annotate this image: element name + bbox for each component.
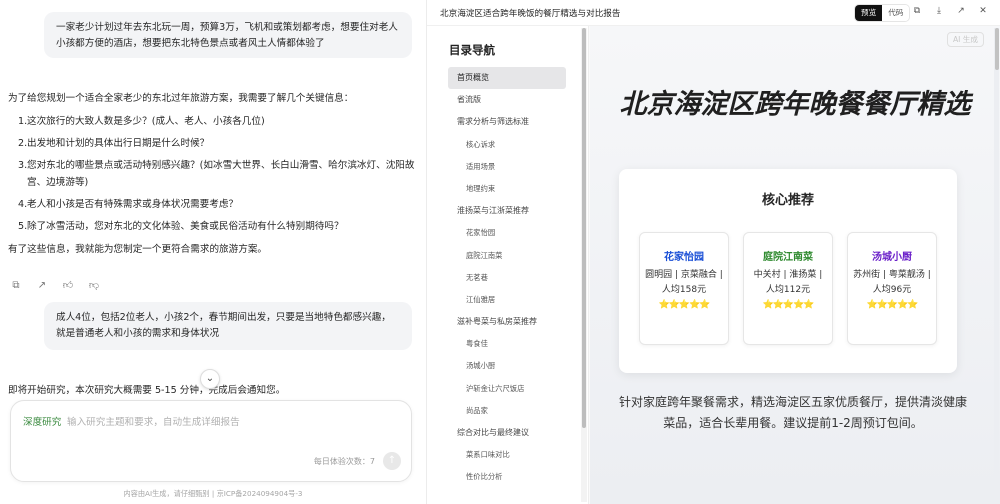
toc-item[interactable]: 菜系口味对比	[448, 444, 566, 466]
question-text: 您对东北的哪些景点或活动特别感兴趣？(如冰雪大世界、长白山滑雪、哈尔滨冰灯、沈阳…	[27, 160, 415, 188]
preview-panel: 北京海淀区适合跨年晚饭的餐厅精选与对比报告 预览 代码 ⧉ ⤓ ↗ ✕ 目录导航…	[427, 0, 1000, 504]
question-text: 这次旅行的大致人数是多少？(成人、老人、小孩各几位)	[27, 116, 265, 127]
toc-item[interactable]: 粤食佳	[448, 333, 566, 355]
question-text: 出发地和计划的具体出行日期是什么时候？	[27, 138, 210, 149]
toc-item[interactable]: 首页概览	[448, 67, 566, 90]
restaurant-card: 庭院江南菜 中关村 | 淮扬菜 | 人均112元 ⭐⭐⭐⭐⭐	[743, 232, 833, 345]
toc-item[interactable]: 地理约束	[448, 178, 566, 200]
footer-disclaimer: 内容由AI生成，请仔细甄别 | 京ICP备2024094904号-3	[123, 489, 303, 498]
card-title: 核心推荐	[761, 193, 814, 208]
report-title: 北京海淀区适合跨年晚饭的餐厅精选与对比报告	[440, 9, 621, 19]
toc-item[interactable]: 汤城小厨	[448, 355, 566, 377]
chat-panel: 一家老少计划过年去东北玩一周，预算3万，飞机和或策划都考虑，想要住对老人小孩都方…	[0, 0, 426, 504]
restaurant-desc: 苏州街 | 粤菜靓汤 | 人均96元	[853, 270, 931, 295]
toc-item[interactable]: 无茗巷	[448, 267, 566, 289]
toc-item[interactable]: 滋补粤菜与私房菜推荐	[448, 311, 566, 333]
ai-generated-badge: AI 生成	[946, 32, 984, 47]
rating-stars: ⭐⭐⭐⭐⭐	[658, 300, 710, 310]
toc-sidebar: 目录导航 首页概览 省流版 需求分析与筛选标准 核心诉求 适用场景 地理约束 淮扬菜与江浙菜…	[427, 26, 589, 504]
header-actions: ⧉ ⤓ ↗ ✕	[911, 6, 989, 16]
toc-item[interactable]: 省流版	[448, 89, 566, 111]
question-number: 1.	[18, 116, 28, 127]
copy-icon[interactable]: ⧉	[10, 280, 22, 292]
question-text: 老人和小孩是否有特殊需求或身体状况需要考虑？	[27, 199, 239, 210]
toc-item[interactable]: 沪斩金让六尺饭店	[448, 378, 566, 400]
preview-tab[interactable]: 预览	[855, 5, 883, 21]
question-item: 1. 这次旅行的大致人数是多少？(成人、老人、小孩各几位)	[8, 113, 418, 130]
toc-item[interactable]: 花家怡园	[448, 222, 566, 244]
user-message: 成人4位，包括2位老人，小孩2个，春节期间出发，只要是当地特色都感兴趣，就是普通…	[44, 302, 412, 350]
restaurant-desc: 圆明园 | 京菜融合 | 人均158元	[645, 270, 723, 295]
close-icon[interactable]: ✕	[977, 6, 989, 16]
assistant-message: 为了给您规划一个适合全家老少的东北过年旅游方案，我需要了解几个关键信息： 1. 这…	[8, 90, 418, 258]
toc-item[interactable]: 核心诉求	[448, 134, 566, 156]
chat-input-box[interactable]: 深度研究 输入研究主题和要求，自动生成详细报告 每日体验次数：7 ↑	[10, 400, 412, 482]
arrow-up-icon: ↑	[387, 455, 397, 466]
restaurant-card: 汤城小厨 苏州街 | 粤菜靓汤 | 人均96元 ⭐⭐⭐⭐⭐	[847, 232, 937, 345]
toc-item[interactable]: 综合对比与最终建议	[448, 422, 566, 444]
send-button[interactable]: ↑	[383, 452, 401, 470]
toc-item[interactable]: 需求分析与筛选标准	[448, 111, 566, 133]
restaurant-desc: 中关村 | 淮扬菜 | 人均112元	[753, 270, 823, 295]
deep-research-mode[interactable]: 深度研究	[23, 414, 61, 428]
restaurant-card: 花家怡园 圆明园 | 京菜融合 | 人均158元 ⭐⭐⭐⭐⭐	[639, 232, 729, 345]
question-item: 4. 老人和小孩是否有特殊需求或身体状况需要考虑？	[8, 196, 418, 213]
report-content: AI 生成 北京海淀区跨年晚餐餐厅精选 核心推荐 花家怡园 圆明园 | 京菜融合…	[590, 26, 1000, 504]
content-scrollbar-track	[994, 28, 999, 502]
question-list: 1. 这次旅行的大致人数是多少？(成人、老人、小孩各几位) 2. 出发地和计划的具体出…	[8, 113, 418, 235]
toc-title: 目录导航	[449, 43, 495, 57]
restaurant-name: 汤城小厨	[872, 252, 912, 263]
recommendation-card: 核心推荐 花家怡园 圆明园 | 京菜融合 | 人均158元 ⭐⭐⭐⭐⭐ 庭院江南…	[619, 169, 957, 373]
download-icon[interactable]: ⤓	[933, 6, 945, 16]
restaurant-name: 庭院江南菜	[763, 252, 813, 263]
hero-title: 北京海淀区跨年晚餐餐厅精选	[619, 89, 971, 120]
question-item: 3. 您对东北的哪些景点或活动特别感兴趣？(如冰雪大世界、长白山滑雪、哈尔滨冰灯、…	[8, 157, 418, 191]
content-scrollbar[interactable]	[995, 28, 999, 70]
toc-item[interactable]: 尚品家	[448, 400, 566, 422]
share-icon[interactable]: ↗	[36, 280, 48, 292]
restaurant-name: 花家怡园	[664, 252, 704, 263]
question-number: 3.	[18, 160, 28, 171]
toc-item[interactable]: 适用场景	[448, 156, 566, 178]
report-summary: 针对家庭跨年聚餐需求，精选海淀区五家优质餐厅，提供清淡健康菜品，适合长辈用餐。建…	[618, 395, 967, 430]
toc-scrollbar[interactable]	[582, 28, 586, 428]
scroll-down-button[interactable]: ⌄	[200, 369, 220, 389]
toc-list: 首页概览 省流版 需求分析与筛选标准 核心诉求 适用场景 地理约束 淮扬菜与江浙菜推荐 花家怡…	[448, 67, 566, 489]
question-number: 2.	[18, 138, 28, 149]
toc-item[interactable]: 淮扬菜与江浙菜推荐	[448, 200, 566, 222]
rating-stars: ⭐⭐⭐⭐⭐	[762, 300, 814, 310]
question-item: 2. 出发地和计划的具体出行日期是什么时候？	[8, 135, 418, 152]
prompt-input[interactable]: 输入研究主题和要求，自动生成详细报告	[67, 414, 240, 428]
view-toggle: 预览 代码	[854, 4, 911, 22]
copy-icon[interactable]: ⧉	[911, 6, 923, 16]
research-status: 即将开始研究，本次研究大概需要 5-15 分钟，完成后会通知您。	[8, 385, 286, 396]
question-text: 除了冰雪活动，您对东北的文化体验、美食或民俗活动有什么特别期待吗？	[27, 221, 344, 232]
question-number: 4.	[18, 199, 28, 210]
user-message: 一家老少计划过年去东北玩一周，预算3万，飞机和或策划都考虑，想要住对老人小孩都方…	[44, 12, 412, 58]
rating-stars: ⭐⭐⭐⭐⭐	[866, 300, 918, 310]
code-tab[interactable]: 代码	[882, 5, 910, 21]
question-number: 5.	[18, 221, 28, 232]
thumbs-up-icon[interactable]: 👍︎	[62, 280, 74, 292]
assistant-outro: 有了这些信息，我就能为您制定一个更符合需求的旅游方案。	[8, 244, 268, 255]
assistant-intro: 为了给您规划一个适合全家老少的东北过年旅游方案，我需要了解几个关键信息：	[8, 93, 354, 104]
toc-item[interactable]: 性价比分析	[448, 466, 566, 488]
question-item: 5. 除了冰雪活动，您对东北的文化体验、美食或民俗活动有什么特别期待吗？	[8, 218, 418, 235]
message-actions: ⧉ ↗ 👍︎ 👎︎	[10, 280, 100, 292]
thumbs-down-icon[interactable]: 👎︎	[88, 280, 100, 292]
daily-quota: 每日体验次数：7	[313, 457, 375, 466]
share-icon[interactable]: ↗	[955, 6, 967, 16]
toc-item[interactable]: 庭院江南菜	[448, 245, 566, 267]
toc-item[interactable]: 江仙雅居	[448, 289, 566, 311]
preview-header: 北京海淀区适合跨年晚饭的餐厅精选与对比报告 预览 代码 ⧉ ⤓ ↗ ✕	[427, 0, 1000, 26]
